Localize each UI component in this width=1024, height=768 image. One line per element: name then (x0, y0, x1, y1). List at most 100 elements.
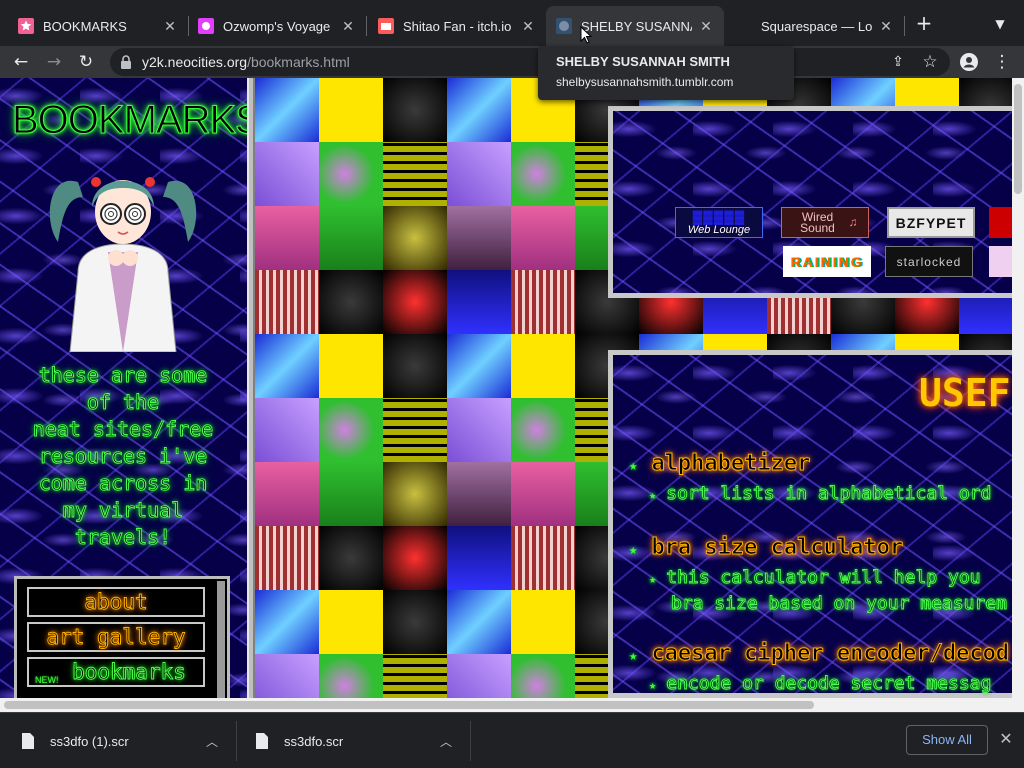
nav-link-bookmarks[interactable]: NEW! bookmarks (27, 657, 205, 687)
collage-tile (447, 142, 511, 206)
close-icon[interactable]: ✕ (698, 18, 714, 34)
chevron-down-icon[interactable]: ▼ (990, 14, 1010, 34)
collage-tile (255, 398, 319, 462)
reload-icon[interactable]: ↻ (74, 50, 98, 74)
tab-shitao-fan-itch[interactable]: Shitao Fan - itch.io ✕ (368, 6, 546, 46)
link-description: bra size based on your measurem (671, 593, 1008, 615)
site-buttons-panel: ▓▓▓▓▓ Web Lounge Wired Sound ♫ BZFYPET R… (608, 106, 1012, 298)
button-logo-graphic: ▓▓▓▓▓ (692, 209, 746, 224)
share-icon[interactable]: ⇪ (886, 50, 910, 74)
collage-tile (383, 334, 447, 398)
url-text: y2k.neocities.org/bookmarks.html (142, 54, 350, 70)
useful-links-panel: USEF ★ alphabetizer ★ sort lists in alphab… (608, 350, 1012, 698)
tab-shelby-susannah[interactable]: SHELBY SUSANNAH ✕ (546, 6, 724, 46)
starlocked-button[interactable]: starlocked (885, 246, 973, 277)
tab-title: BOOKMARKS (43, 18, 127, 34)
collage-tile (319, 462, 383, 526)
collage-tile (511, 270, 575, 334)
collage-tile (511, 654, 575, 698)
tab-title: SHELBY SUSANNAH (581, 18, 692, 34)
collage-tile (511, 590, 575, 654)
browser-toolbar: ← → ↻ y2k.neocities.org/bookmarks.html ⇪… (0, 46, 1024, 78)
chevron-up-icon[interactable]: ︿ (440, 733, 452, 750)
download-separator (470, 721, 471, 761)
collage-tile (511, 206, 575, 270)
ozwomp-favicon-icon (198, 18, 214, 34)
scrollbar-thumb[interactable] (4, 701, 814, 709)
collage-tile (383, 654, 447, 698)
collage-tile (383, 206, 447, 270)
scrollbar-thumb[interactable] (1014, 84, 1022, 194)
tab-title: Shitao Fan - itch.io (403, 18, 512, 34)
star-favicon-icon (18, 18, 34, 34)
new-tab-plus-icon[interactable]: + (912, 12, 936, 36)
collage-tile (255, 654, 319, 698)
tab-bookmarks[interactable]: BOOKMARKS ✕ (8, 6, 188, 46)
kebab-menu-icon[interactable]: ⋮ (990, 50, 1014, 74)
collage-tile (383, 398, 447, 462)
page-title: BOOKMARKS (12, 98, 263, 143)
tab-hover-tooltip: SHELBY SUSANNAH SMITH shelbysusannahsmit… (538, 46, 794, 100)
nav-link-about[interactable]: about (27, 587, 205, 617)
download-bar: ss3dfo (1).scr ︿ ss3dfo.scr ︿ Show All ✕ (0, 712, 1024, 768)
intro-blurb: these are some of the neat sites/free re… (32, 363, 214, 550)
site-nav-frame[interactable]: about art gallery NEW! bookmarks (14, 576, 230, 698)
collage-tile (511, 142, 575, 206)
frame-divider (247, 78, 255, 698)
collage-tile (511, 398, 575, 462)
nav-link-art-gallery[interactable]: art gallery (27, 622, 205, 652)
collage-tile (383, 270, 447, 334)
web-lounge-button[interactable]: ▓▓▓▓▓ Web Lounge (675, 207, 763, 238)
bookmark-star-icon[interactable]: ☆ (918, 50, 942, 74)
red-site-button[interactable] (989, 207, 1012, 238)
collage-tile (447, 398, 511, 462)
close-icon[interactable]: ✕ (520, 18, 536, 34)
page-vertical-scrollbar[interactable] (1012, 78, 1024, 698)
show-all-downloads-button[interactable]: Show All (906, 725, 988, 755)
collage-tile (447, 206, 511, 270)
close-icon[interactable]: ✕ (340, 18, 356, 34)
bzfypet-button[interactable]: BZFYPET (887, 207, 975, 238)
download-item[interactable]: ss3dfo.scr ︿ (256, 713, 456, 768)
collage-tile (447, 654, 511, 698)
wired-sound-button[interactable]: Wired Sound ♫ (781, 207, 869, 238)
download-item[interactable]: ss3dfo (1).scr ︿ (22, 713, 222, 768)
page-horizontal-scrollbar[interactable] (0, 698, 1024, 712)
back-arrow-icon[interactable]: ← (9, 50, 33, 74)
collage-tile (511, 334, 575, 398)
tab-ozwomps-voyage[interactable]: Ozwomp's Voyage b ✕ (188, 6, 366, 46)
tab-title: Squarespace — Log (761, 18, 872, 34)
collage-tile (319, 654, 383, 698)
collage-tile (319, 78, 383, 142)
link-caesar-cipher[interactable]: ★ caesar cipher encoder/decod (629, 641, 1010, 667)
collage-tile (319, 334, 383, 398)
itch-favicon-icon (378, 18, 394, 34)
pink-site-button[interactable] (989, 246, 1012, 277)
close-icon[interactable]: ✕ (878, 18, 894, 34)
collage-tile (383, 78, 447, 142)
music-note-icon: ♫ (848, 215, 858, 229)
tab-title: Ozwomp's Voyage b (223, 18, 334, 34)
chevron-up-icon[interactable]: ︿ (206, 733, 218, 750)
close-icon[interactable]: ✕ (162, 18, 178, 34)
collage-tile (255, 270, 319, 334)
tab-squarespace[interactable]: Squarespace — Log ✕ (726, 6, 904, 46)
lock-icon[interactable] (120, 54, 134, 70)
collage-tile (447, 462, 511, 526)
forward-arrow-icon[interactable]: → (42, 50, 66, 74)
collage-tile (255, 78, 319, 142)
tab-separator (904, 16, 905, 36)
raining-button[interactable]: RAINING (783, 246, 871, 277)
profile-avatar-icon[interactable] (957, 50, 981, 74)
collage-tile (383, 142, 447, 206)
collage-tile (255, 526, 319, 590)
link-alphabetizer[interactable]: ★ alphabetizer (629, 451, 811, 477)
tumblr-favicon-icon (556, 18, 572, 34)
nav-frame-scrollbar[interactable] (217, 581, 225, 698)
link-bra-size-calculator[interactable]: ★ bra size calculator (629, 535, 904, 561)
close-icon[interactable]: ✕ (996, 729, 1016, 749)
anime-girl-mascot-image (49, 177, 197, 352)
page-viewport: BOOKMARKS these are some of the neat sit… (0, 78, 1012, 698)
address-bar[interactable]: y2k.neocities.org/bookmarks.html (110, 48, 950, 76)
collage-tile (255, 590, 319, 654)
